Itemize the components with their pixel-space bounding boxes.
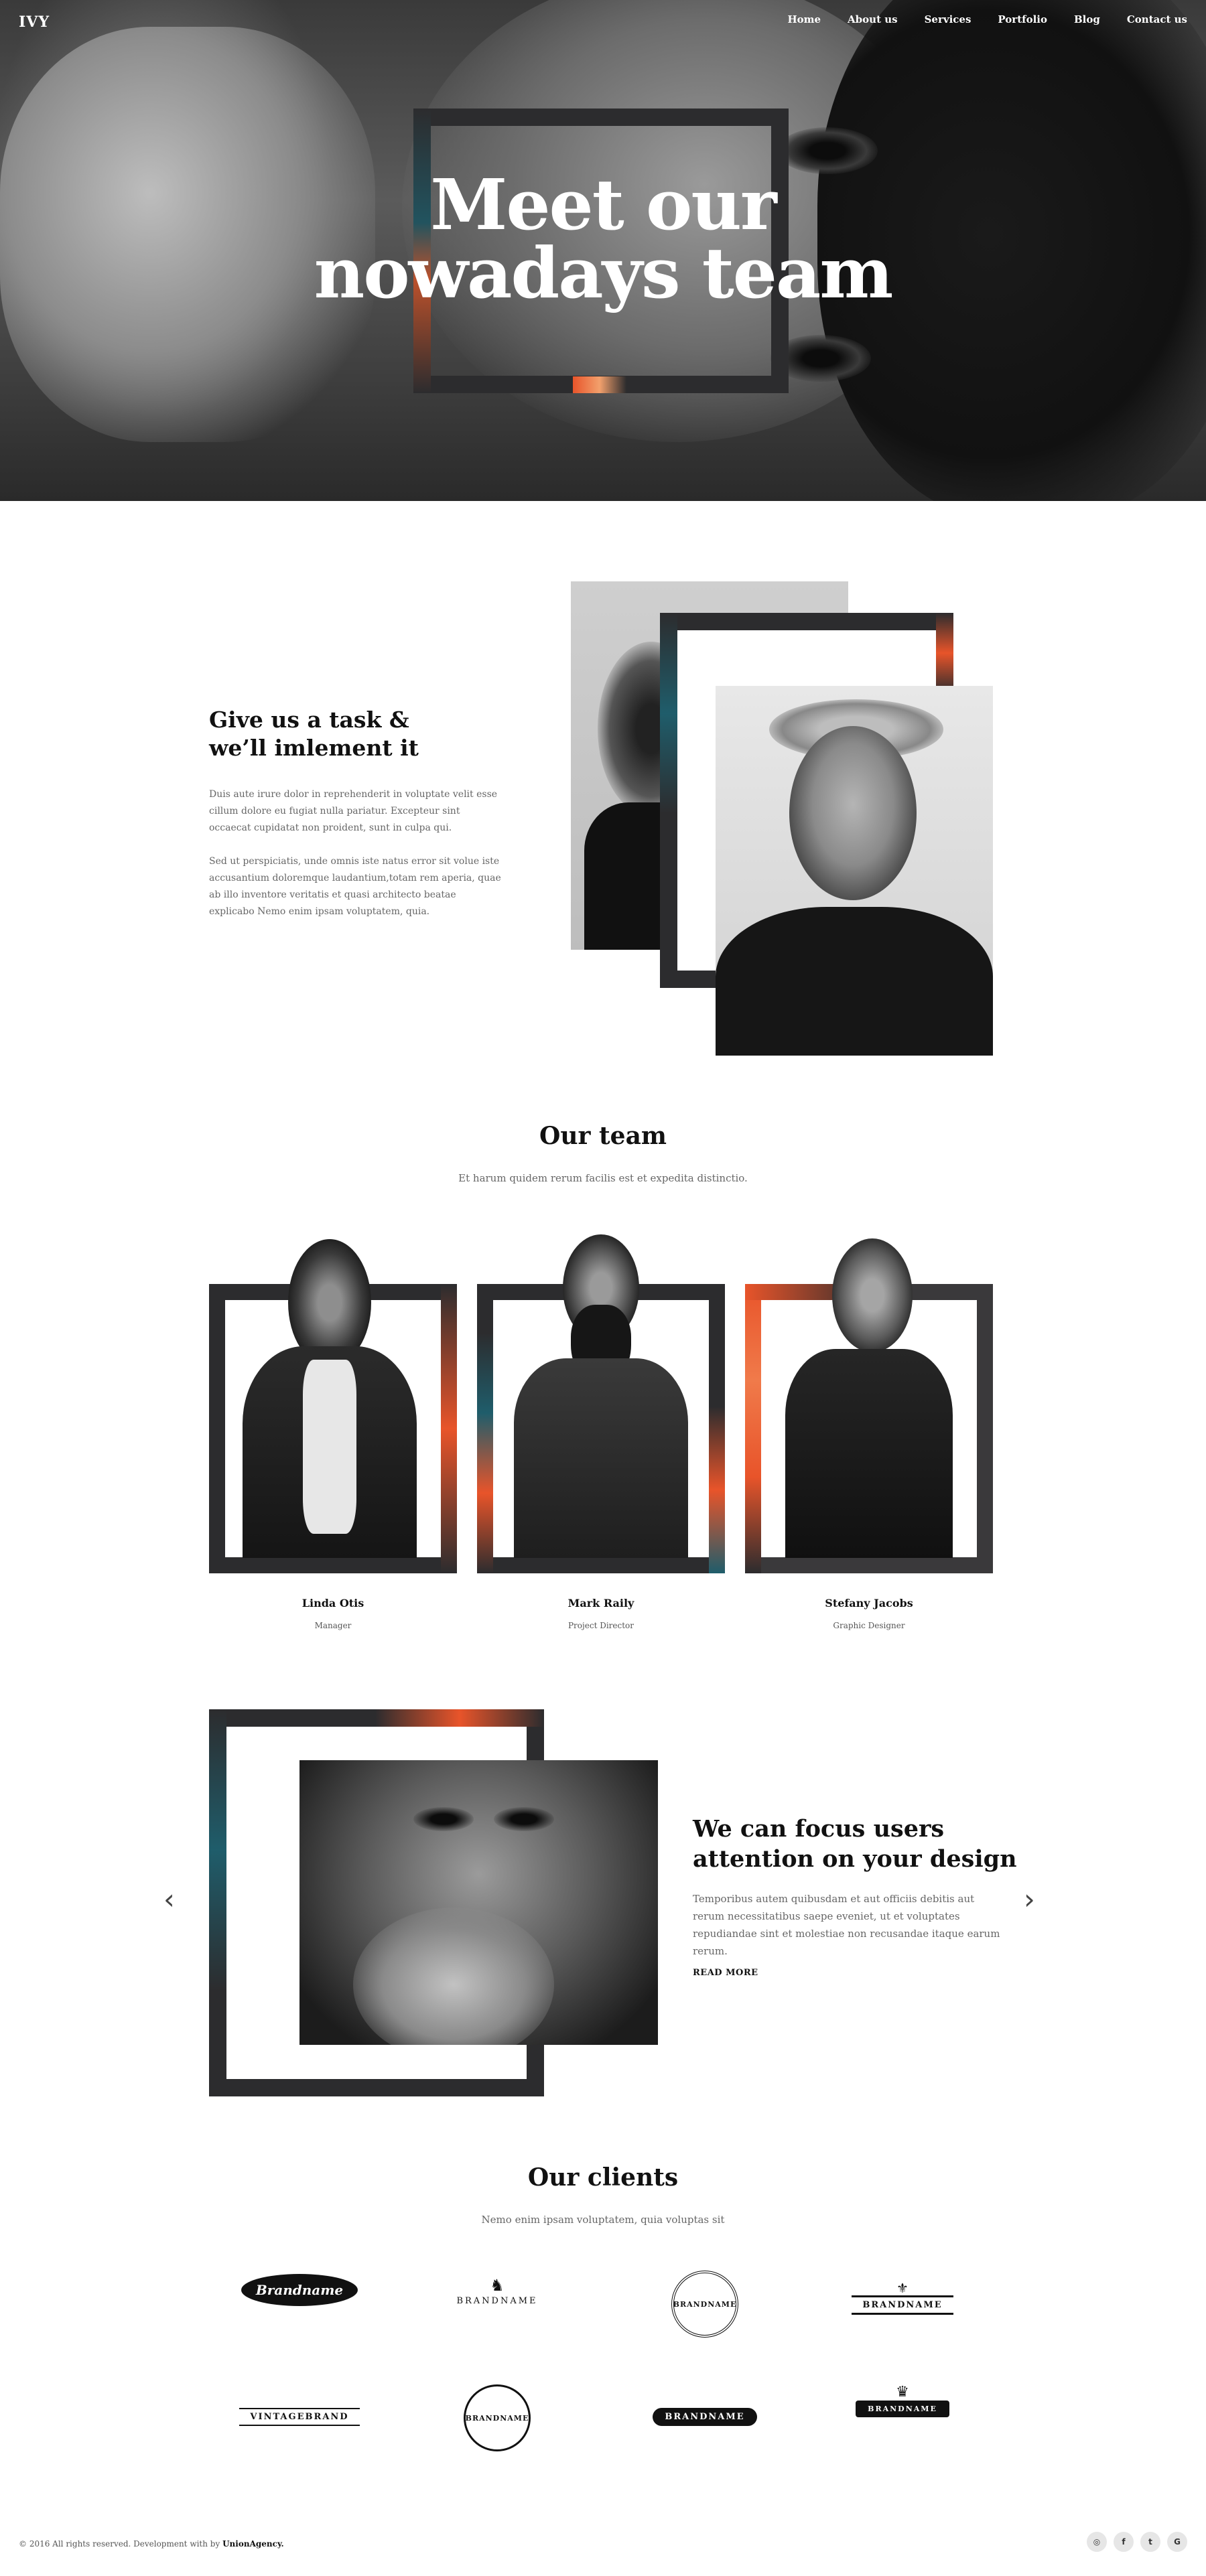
client-logo[interactable]: BRANDNAME — [407, 2384, 588, 2451]
hero-title-line2: nowadays team — [314, 232, 894, 314]
team-member-role: Manager — [314, 1621, 352, 1630]
about-title-line1: Give us a task & — [209, 707, 409, 733]
instagram-icon[interactable]: ◎ — [1087, 2532, 1107, 2552]
hero-section: Meet our nowadays team — [0, 0, 1206, 501]
nav-services[interactable]: Services — [925, 13, 972, 25]
hero-frame-accent-bottom — [573, 376, 626, 393]
nav-portfolio[interactable]: Portfolio — [998, 13, 1047, 25]
about-frame-accent-orange — [936, 613, 953, 693]
team-card-accent — [441, 1284, 457, 1573]
slider-prev-icon[interactable]: ‹ — [163, 1885, 175, 1914]
client-logo[interactable]: ♞ BRANDNAME — [407, 2277, 588, 2309]
footer-copyright-text: © 2016 All rights reserved. Development … — [19, 2539, 220, 2549]
clients-subtitle: Nemo enim ipsam voluptatem, quia volupta… — [481, 2214, 725, 2226]
hero-eye-image — [777, 127, 878, 174]
nav-about-us[interactable]: About us — [848, 13, 898, 25]
hero-title-line1: Meet our — [430, 163, 777, 246]
team-member-name: Linda Otis — [302, 1597, 364, 1609]
slider-next-icon[interactable]: › — [1024, 1885, 1035, 1914]
team-member-role: Graphic Designer — [833, 1621, 905, 1630]
crown-icon: ♛ — [896, 2384, 909, 2401]
about-frame-accent-teal — [660, 613, 677, 814]
team-member-photo — [236, 1232, 423, 1558]
nav-contact-us[interactable]: Contact us — [1127, 13, 1187, 25]
facebook-icon[interactable]: f — [1114, 2532, 1134, 2552]
client-logo-text: VINTAGEBRAND — [239, 2408, 360, 2426]
hero-title: Meet our nowadays team — [268, 163, 938, 314]
focus-photo — [299, 1760, 658, 2045]
client-logo-text: BRANDNAME — [856, 2401, 949, 2417]
team-title: Our team — [539, 1122, 667, 1150]
focus-frame-accent-teal — [209, 1709, 226, 1991]
footer-copyright: © 2016 All rights reserved. Development … — [19, 2539, 284, 2549]
focus-title: We can focus users attention on your des… — [693, 1814, 1041, 1874]
client-logo-text: BRANDNAME — [464, 2384, 531, 2451]
about-photo-front — [716, 686, 993, 1056]
team-card-accent — [477, 1333, 493, 1573]
nav-blog[interactable]: Blog — [1074, 13, 1100, 25]
client-logo[interactable]: BRANDNAME — [614, 2408, 795, 2426]
team-member-name: Stefany Jacobs — [825, 1597, 913, 1609]
client-logo[interactable]: Brandname — [209, 2274, 390, 2306]
focus-text: Temporibus autem quibusdam et aut offici… — [693, 1893, 1000, 1957]
client-logo[interactable]: ♛ BRANDNAME — [812, 2384, 993, 2417]
client-logo-text: BRANDNAME — [852, 2295, 953, 2315]
team-card-accent — [709, 1407, 725, 1573]
client-logo-text: BRANDNAME — [671, 2271, 738, 2338]
footer-agency-link[interactable]: UnionAgency. — [222, 2539, 284, 2549]
about-paragraph-1: Duis aute irure dolor in reprehenderit i… — [209, 789, 498, 833]
site-logo[interactable]: IVY — [19, 13, 50, 31]
team-member-name: Mark Raily — [567, 1597, 634, 1609]
social-links: ◎ f t G — [1087, 2532, 1187, 2552]
team-card-accent — [745, 1284, 761, 1573]
focus-frame-accent-orange — [375, 1709, 544, 1727]
client-logo-text: Brandname — [241, 2274, 358, 2306]
twitter-icon[interactable]: t — [1140, 2532, 1160, 2552]
google-icon[interactable]: G — [1167, 2532, 1187, 2552]
focus-title-line1: We can focus users — [693, 1815, 945, 1843]
deer-icon: ♞ — [490, 2276, 505, 2295]
nav-home[interactable]: Home — [787, 13, 821, 25]
fleur-icon: ⚜ — [896, 2280, 909, 2296]
team-member-photo — [504, 1231, 698, 1558]
focus-title-line2: attention on your design — [693, 1845, 1017, 1873]
client-logo[interactable]: VINTAGEBRAND — [209, 2408, 390, 2426]
clients-title: Our clients — [527, 2163, 679, 2192]
team-subtitle: Et harum quidem rerum facilis est et exp… — [458, 1172, 748, 1184]
about-paragraph-2: Sed ut perspiciatis, unde omnis iste nat… — [209, 856, 501, 917]
client-logo[interactable]: BRANDNAME — [614, 2271, 795, 2338]
client-logo-text: BRANDNAME — [653, 2408, 757, 2426]
team-member-role: Project Director — [567, 1621, 634, 1630]
read-more-link[interactable]: READ MORE — [693, 1968, 758, 1978]
team-member-photo — [772, 1235, 966, 1558]
client-logo[interactable]: ⚜ BRANDNAME — [812, 2281, 993, 2315]
about-title-line2: we’ll imlement it — [209, 735, 419, 761]
main-nav: Home About us Services Portfolio Blog Co… — [787, 13, 1187, 25]
client-logo-text: BRANDNAME — [456, 2296, 538, 2306]
about-title: Give us a task & we’ll imlement it — [209, 706, 477, 762]
